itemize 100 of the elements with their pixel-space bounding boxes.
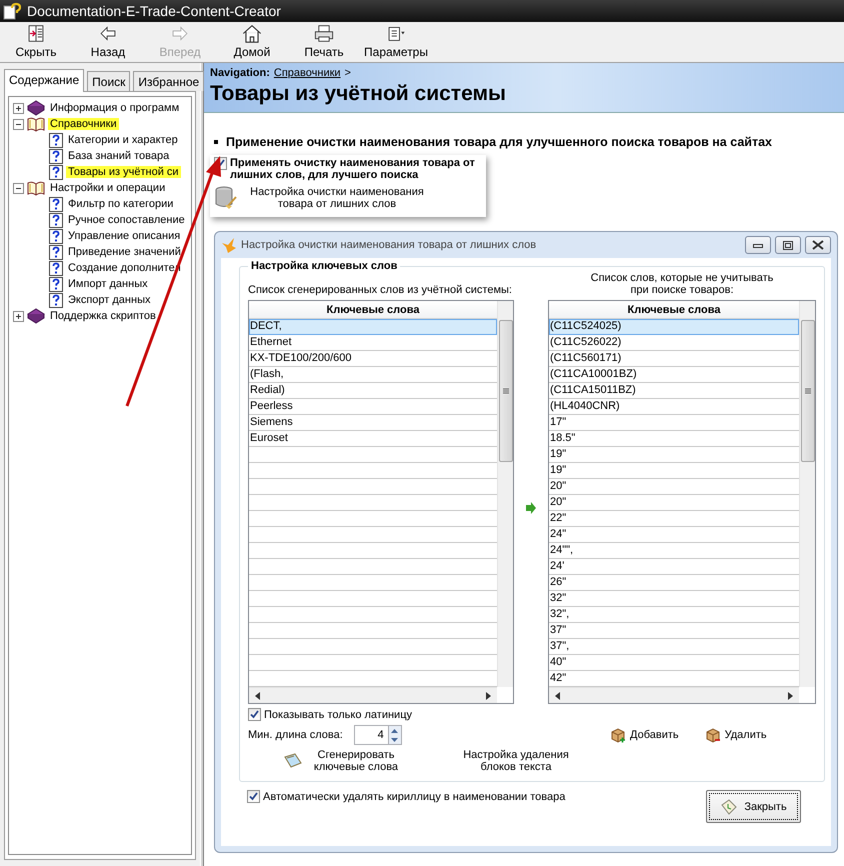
breadcrumb-separator: > (344, 67, 351, 79)
toolbar-button[interactable]: Печать (288, 22, 360, 62)
window-title: Documentation-E-Trade-Content-Creator (27, 3, 281, 19)
close-button[interactable] (805, 236, 831, 254)
list-row[interactable]: 19" (549, 463, 799, 479)
tree-item[interactable]: Информация о программ (48, 102, 182, 114)
list-row[interactable]: 37" (549, 623, 799, 639)
close-icon (812, 240, 824, 250)
list-row[interactable]: 40" (549, 655, 799, 671)
help-page-icon (49, 212, 63, 228)
list-row[interactable]: (C11CA10001BZ) (549, 367, 799, 383)
toolbar-button[interactable]: Параметры (360, 22, 432, 62)
list-row[interactable]: (C11CA15011BZ) (549, 383, 799, 399)
tree-item[interactable]: Фильтр по категории (66, 198, 176, 210)
tree-item[interactable]: Ручное сопоставление (66, 214, 187, 226)
open-book-icon (27, 180, 45, 196)
list-caption: Список сгенерированных слов из учётной системы: (248, 284, 513, 296)
text-blocks-settings-button[interactable]: Настройка удаления блоков текста (456, 749, 576, 773)
keyword-list[interactable]: Ключевые слова DECT, Ethernet KX-TDE100/200/600 (Flash, Redial) Peerless Siemens Euroset (248, 300, 514, 704)
settings-button[interactable]: Настройка очистки наименования товара от лишних слов (214, 185, 480, 211)
navigation-label: Navigation: (210, 67, 270, 79)
list-row[interactable]: Peerless (249, 399, 497, 415)
list-row[interactable]: Redial) (249, 383, 497, 399)
tab[interactable]: Поиск (87, 71, 130, 91)
list-row[interactable]: 20" (549, 495, 799, 511)
scroll-left-icon[interactable] (555, 692, 560, 700)
list-row[interactable]: 26" (549, 575, 799, 591)
checkbox-label: Автоматически удалять кириллицу в наименовании товара (263, 790, 566, 802)
minimize-button[interactable] (745, 236, 771, 254)
list-row[interactable]: (C11C526022) (549, 335, 799, 351)
checkmark-icon (250, 710, 259, 719)
list-row[interactable]: 24"", (549, 543, 799, 559)
tree-item[interactable]: Экспорт данных (66, 294, 152, 306)
list-row[interactable]: 42" (549, 671, 799, 687)
tree-item[interactable]: База знаний товара (66, 150, 172, 162)
fox-icon (221, 237, 237, 253)
add-button[interactable]: Добавить (610, 727, 679, 743)
tree-item[interactable]: Приведение значений (66, 246, 183, 258)
help-page-icon (49, 292, 63, 308)
close-dialog-button[interactable]: Закрыть (706, 790, 801, 823)
keyword-list[interactable]: Ключевые слова (C11C524025) (C11C526022) (C11C560171) (C11CA10001BZ) (C11CA15011BZ) (HL4040CNR) 17" 18.5" 19" 19" 20" 20" 22" 24" 24"", 24' 26" 32" 32", 37" 37", 40" 42" (548, 300, 816, 704)
scroll-right-icon[interactable] (788, 692, 793, 700)
help-file-icon (3, 2, 21, 20)
list-row[interactable]: (C11C560171) (549, 351, 799, 367)
scroll-thumb[interactable] (498, 320, 512, 462)
list-row[interactable]: 24" (549, 527, 799, 543)
list-row[interactable]: (HL4040CNR) (549, 399, 799, 415)
breadcrumb-link[interactable]: Справочники (274, 67, 341, 79)
collapse-icon[interactable] (13, 118, 24, 130)
group-title: Настройка ключевых слов (250, 260, 398, 272)
toolbar-button[interactable]: Домой (216, 22, 288, 62)
right-arrow-icon[interactable] (526, 502, 536, 514)
list-row[interactable]: 18.5" (549, 431, 799, 447)
section-heading: Применение очистки наименования товара для улучшенного поиска товаров на сайтах (226, 135, 772, 149)
list-row[interactable]: 20" (549, 479, 799, 495)
list-row[interactable]: 17" (549, 415, 799, 431)
book-icon (27, 308, 45, 324)
list-row[interactable]: 19" (549, 447, 799, 463)
number-field[interactable]: 4 (354, 725, 388, 745)
up-arrow-icon (391, 728, 398, 732)
checkbox[interactable] (248, 708, 261, 721)
tree-item[interactable]: Настройки и операции (48, 182, 168, 194)
list-row[interactable]: Siemens (249, 415, 497, 431)
list-row[interactable]: 32", (549, 607, 799, 623)
expand-icon[interactable] (13, 102, 24, 114)
tab[interactable]: Содержание (4, 69, 84, 92)
remove-box-icon (704, 727, 721, 743)
list-row[interactable]: 24' (549, 559, 799, 575)
tree-item[interactable]: Импорт данных (66, 278, 150, 290)
tree-item[interactable]: Категории и характер (66, 134, 180, 146)
list-row[interactable]: 32" (549, 591, 799, 607)
scroll-left-icon[interactable] (255, 692, 260, 700)
toolbar-button[interactable]: Назад (72, 22, 144, 62)
list-row[interactable]: (C11C524025) (549, 319, 799, 335)
remove-button[interactable]: Удалить (704, 727, 767, 743)
spin-up-button[interactable] (388, 726, 401, 735)
down-arrow-icon (391, 738, 398, 742)
list-row[interactable]: KX-TDE100/200/600 (249, 351, 497, 367)
scroll-right-icon[interactable] (486, 692, 491, 700)
list-row[interactable]: (Flash, (249, 367, 497, 383)
list-row[interactable]: DECT, (249, 319, 497, 335)
toolbar-button[interactable]: Скрыть (0, 22, 72, 62)
tree-item[interactable]: Справочники (48, 118, 119, 130)
list-row[interactable]: Ethernet (249, 335, 497, 351)
database-broom-icon (214, 185, 238, 211)
spin-down-button[interactable] (388, 735, 401, 744)
list-row[interactable]: Euroset (249, 431, 497, 447)
scroll-thumb[interactable] (800, 320, 814, 462)
generate-button[interactable]: Сгенерировать ключевые слова (284, 749, 406, 773)
tree-item[interactable]: Управление описания (66, 230, 182, 242)
list-row[interactable]: 22" (549, 511, 799, 527)
checkbox[interactable] (247, 790, 260, 803)
tree-item[interactable]: Товары из учётной си (66, 166, 181, 178)
maximize-button[interactable] (775, 236, 801, 254)
collapse-icon[interactable] (13, 182, 24, 194)
tab[interactable]: Избранное (133, 71, 204, 91)
bullet-icon (214, 140, 218, 144)
tree-item[interactable]: Поддержка скриптов (48, 310, 158, 322)
list-row[interactable]: 37", (549, 639, 799, 655)
expand-icon[interactable] (13, 310, 24, 322)
